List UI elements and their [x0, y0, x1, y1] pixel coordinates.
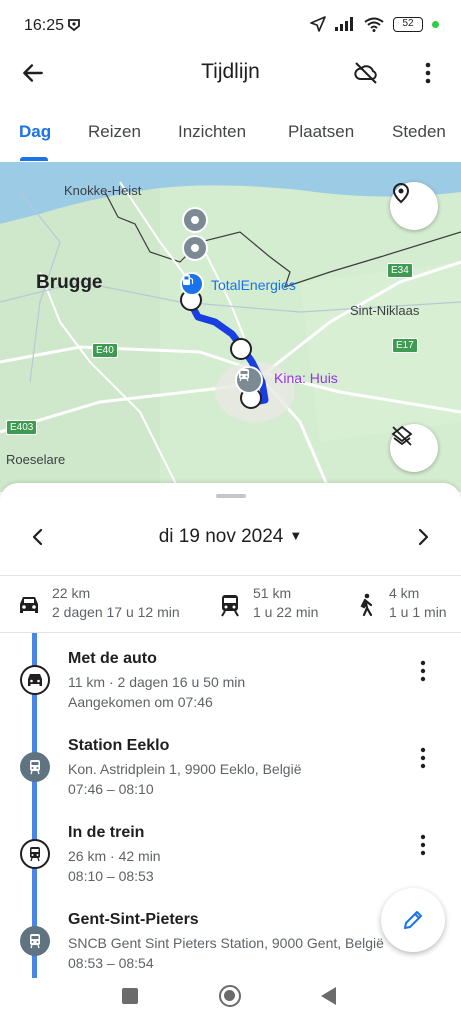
- entry-title: Met de auto: [68, 650, 157, 667]
- status-icons: 52: [310, 16, 439, 32]
- notification-icon: [68, 18, 80, 34]
- train-station-icon: [239, 369, 249, 382]
- dropdown-caret-icon: ▼: [289, 528, 303, 543]
- chevron-right-icon[interactable]: [411, 525, 435, 549]
- layers-off-icon: [391, 425, 413, 446]
- more-vert-icon[interactable]: [412, 745, 434, 771]
- road-e34: E34: [387, 263, 413, 278]
- tab-bar: Dag Reizen Inzichten Plaatsen Steden: [0, 110, 461, 162]
- system-nav-bar: [0, 978, 461, 1024]
- more-vert-icon[interactable]: [412, 658, 434, 684]
- battery-icon: 52: [393, 16, 423, 32]
- tab-inzichten[interactable]: Inzichten: [178, 122, 246, 142]
- entry-title: In de trein: [68, 824, 145, 841]
- summary-walk: 4 km 1 u 1 min: [389, 584, 447, 622]
- edit-button[interactable]: [381, 888, 445, 952]
- back-button[interactable]: [321, 987, 336, 1005]
- map-label-sint-niklaas: Sint-Niklaas: [350, 303, 420, 318]
- train-station-icon: [30, 934, 40, 949]
- recents-button[interactable]: [122, 988, 138, 1004]
- map-marker-fuel[interactable]: [180, 272, 204, 296]
- summary-train-duration: 1 u 22 min: [253, 604, 319, 620]
- road-e17: E17: [392, 338, 418, 353]
- timeline-node: [20, 926, 50, 956]
- entry-title: Station Eeklo: [68, 737, 170, 754]
- home-button[interactable]: [219, 985, 241, 1007]
- entry-time: 07:46 – 08:10: [68, 781, 154, 797]
- status-bar: 16:25 52: [0, 0, 461, 50]
- app-bar: Tijdlijn: [0, 50, 461, 98]
- date-navigator: di 19 nov 2024 ▼: [0, 519, 461, 555]
- timeline-node: [20, 839, 50, 869]
- timeline-node: [20, 665, 50, 695]
- map-label-roeselare: Roeselare: [6, 452, 66, 467]
- train-icon: [30, 847, 40, 862]
- privacy-dot: [432, 20, 439, 28]
- date-picker[interactable]: di 19 nov 2024 ▼: [0, 526, 461, 548]
- summary-walk-duration: 1 u 1 min: [389, 604, 447, 620]
- drag-handle[interactable]: [216, 494, 246, 498]
- road-e40: E40: [92, 343, 118, 358]
- more-vert-icon[interactable]: [412, 832, 434, 858]
- entry-time: 08:10 – 08:53: [68, 868, 154, 884]
- day-summary: 22 km 2 dagen 17 u 12 min 51 km 1 u 22 m…: [0, 575, 461, 633]
- entry-subtitle: Kon. Astridplein 1, 9900 Eeklo, België: [68, 761, 302, 777]
- tab-reizen[interactable]: Reizen: [88, 122, 141, 142]
- location-button[interactable]: [390, 182, 438, 230]
- car-icon: [28, 674, 42, 686]
- timeline-node: [20, 752, 50, 782]
- tab-indicator: [20, 157, 48, 161]
- pencil-icon: [404, 911, 422, 929]
- timeline-entry[interactable]: Met de auto 11 km · 2 dagen 16 u 50 min …: [0, 650, 461, 736]
- page-title: Tijdlijn: [201, 60, 260, 83]
- entry-subtitle: 26 km · 42 min: [68, 848, 161, 864]
- entry-time: Aangekomen om 07:46: [68, 694, 213, 710]
- summary-train: 51 km 1 u 22 min: [253, 584, 318, 622]
- summary-train-distance: 51 km: [253, 585, 292, 601]
- layers-off-button[interactable]: [390, 424, 438, 472]
- more-vert-icon[interactable]: [416, 60, 440, 86]
- map-label-brugge: Brugge: [36, 272, 103, 293]
- road-e403: E403: [6, 420, 38, 435]
- car-icon: [20, 597, 38, 613]
- summary-car: 22 km 2 dagen 17 u 12 min: [52, 584, 180, 622]
- map-poi-totalenergies[interactable]: TotalEnergies: [211, 277, 296, 293]
- tab-plaatsen[interactable]: Plaatsen: [288, 122, 354, 142]
- location-pin-icon: [392, 182, 410, 204]
- signal-icon: [335, 17, 353, 31]
- entry-subtitle: SNCB Gent Sint Pieters Station, 9000 Gen…: [68, 935, 384, 951]
- map-poi-kina-huis[interactable]: Kina: Huis: [274, 370, 338, 386]
- map-marker-station[interactable]: [235, 366, 263, 394]
- location-arrow-icon: [310, 16, 326, 32]
- summary-car-distance: 22 km: [52, 585, 91, 601]
- summary-car-duration: 2 dagen 17 u 12 min: [52, 604, 180, 620]
- wifi-icon: [364, 17, 384, 32]
- train-icon: [221, 595, 239, 617]
- entry-time: 08:53 – 08:54: [68, 955, 154, 971]
- tab-steden[interactable]: Steden: [392, 122, 446, 142]
- cloud-off-icon[interactable]: [352, 59, 380, 87]
- train-station-icon: [30, 760, 40, 775]
- fuel-icon: [183, 275, 194, 285]
- summary-walk-distance: 4 km: [389, 585, 420, 601]
- entry-subtitle: 11 km · 2 dagen 16 u 50 min: [68, 674, 246, 690]
- walk-icon: [360, 593, 373, 617]
- map-label-knokke: Knokke-Heist: [64, 183, 142, 198]
- date-label: di 19 nov 2024: [158, 526, 284, 547]
- tab-dag[interactable]: Dag: [19, 122, 51, 142]
- status-time: 16:25: [24, 17, 65, 34]
- entry-title: Gent-Sint-Pieters: [68, 911, 199, 928]
- timeline-entry[interactable]: Station Eeklo Kon. Astridplein 1, 9900 E…: [0, 737, 461, 823]
- map-view[interactable]: Knokke-Heist Brugge Sint-Niklaas Roesela…: [0, 162, 461, 492]
